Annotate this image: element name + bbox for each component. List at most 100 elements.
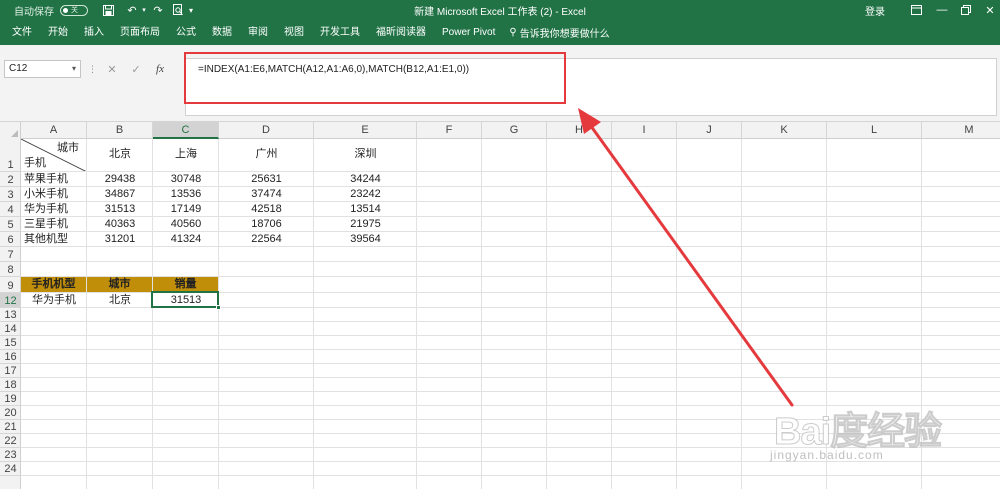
column-header-d[interactable]: D xyxy=(219,122,314,139)
gridline-h xyxy=(21,171,1000,172)
login-link[interactable]: 登录 xyxy=(865,3,885,18)
tab-developer[interactable]: 开发工具 xyxy=(312,20,368,45)
sales-value: 41324 xyxy=(170,233,202,245)
gridline-h xyxy=(21,377,1000,378)
tab-insert[interactable]: 插入 xyxy=(76,20,112,45)
column-header-f[interactable]: F xyxy=(417,122,482,139)
row-header-24[interactable]: 24 xyxy=(0,462,21,476)
tab-page-layout[interactable]: 页面布局 xyxy=(112,20,168,45)
tab-formulas[interactable]: 公式 xyxy=(168,20,204,45)
splitter-dots-icon[interactable]: ⋮ xyxy=(88,64,97,75)
row-header-15[interactable]: 15 xyxy=(0,336,21,350)
sales-value: 13536 xyxy=(170,188,202,200)
close-icon[interactable]: ✕ xyxy=(982,2,998,18)
save-icon[interactable] xyxy=(100,2,116,18)
gridline-v xyxy=(611,139,612,489)
gridline-v xyxy=(546,139,547,489)
sales-value: 17149 xyxy=(170,203,202,215)
lookup-header: 城市 xyxy=(87,277,152,292)
tab-power-pivot[interactable]: Power Pivot xyxy=(434,20,503,45)
row-header-22[interactable]: 22 xyxy=(0,434,21,448)
row-header-19[interactable]: 19 xyxy=(0,392,21,406)
tab-foxit-reader[interactable]: 福昕阅读器 xyxy=(368,20,434,45)
row-header-3[interactable]: 3 xyxy=(0,187,21,202)
tab-home[interactable]: 开始 xyxy=(40,20,76,45)
column-header-a[interactable]: A xyxy=(21,122,87,139)
row-header-2[interactable]: 2 xyxy=(0,172,21,187)
tab-data[interactable]: 数据 xyxy=(204,20,240,45)
row-header-7[interactable]: 7 xyxy=(0,247,21,262)
row-header-13[interactable]: 13 xyxy=(0,308,21,322)
phone-label: 华为手机 xyxy=(24,203,68,215)
row-header-21[interactable]: 21 xyxy=(0,420,21,434)
enter-icon[interactable]: ✓ xyxy=(124,63,148,76)
column-header-l[interactable]: L xyxy=(827,122,922,139)
name-box[interactable]: C12 ▾ xyxy=(4,60,81,78)
formula-highlight-box xyxy=(184,52,566,104)
gridline-v xyxy=(481,139,482,489)
undo-icon[interactable]: ↶ xyxy=(124,2,140,18)
ribbon-options-icon[interactable] xyxy=(908,2,924,18)
tab-review[interactable]: 审阅 xyxy=(240,20,276,45)
ribbon-tabs: 文件 开始 插入 页面布局 公式 数据 审阅 视图 开发工具 福昕阅读器 Pow… xyxy=(0,20,1000,45)
lookup-value: 华为手机 xyxy=(32,294,76,306)
row-header-17[interactable]: 17 xyxy=(0,364,21,378)
row-header-23[interactable]: 23 xyxy=(0,448,21,462)
customize-qat-icon[interactable]: ▾ xyxy=(186,2,196,18)
column-header-e[interactable]: E xyxy=(314,122,417,139)
sales-value: 39564 xyxy=(350,233,381,245)
row-header-5[interactable]: 5 xyxy=(0,217,21,232)
cancel-icon[interactable]: ✕ xyxy=(100,63,124,76)
quick-access-toolbar: ↶ ▾ ↷ ▾ xyxy=(100,0,196,20)
sales-value: 22564 xyxy=(251,233,282,245)
phone-label: 三星手机 xyxy=(24,218,68,230)
column-header-i[interactable]: I xyxy=(612,122,677,139)
row-header-20[interactable]: 20 xyxy=(0,406,21,420)
row-header-4[interactable]: 4 xyxy=(0,202,21,217)
row-header-9[interactable]: 9 xyxy=(0,277,21,293)
title-bar: 自动保存 关 ↶ ▾ ↷ ▾ 新建 Microsoft Excel 工作表 (2… xyxy=(0,0,1000,20)
row-header-18[interactable]: 18 xyxy=(0,378,21,392)
sales-value: 34244 xyxy=(350,173,381,185)
row-header-8[interactable]: 8 xyxy=(0,262,21,277)
column-header-h[interactable]: H xyxy=(547,122,612,139)
print-preview-icon[interactable] xyxy=(170,2,186,18)
sales-value: 31201 xyxy=(104,233,136,245)
watermark-brand: Bai度经验 xyxy=(773,411,942,454)
row-header-6[interactable]: 6 xyxy=(0,232,21,247)
insert-function-icon[interactable]: fx xyxy=(148,63,172,75)
tab-view[interactable]: 视图 xyxy=(276,20,312,45)
column-header-g[interactable]: G xyxy=(482,122,547,139)
column-header-j[interactable]: J xyxy=(677,122,742,139)
column-header-k[interactable]: K xyxy=(742,122,827,139)
column-header-m[interactable]: M xyxy=(922,122,1000,139)
select-all-corner[interactable] xyxy=(0,122,21,139)
tab-file[interactable]: 文件 xyxy=(0,20,40,45)
watermark-url: jingyan.baidu.com xyxy=(770,448,884,462)
gridline-h xyxy=(21,349,1000,350)
excel-window: 自动保存 关 ↶ ▾ ↷ ▾ 新建 Microsoft Excel 工作表 (2… xyxy=(0,0,1000,489)
sales-value: 42518 xyxy=(251,203,282,215)
tell-me-label: 告诉我你想要做什么 xyxy=(519,29,610,40)
minimize-icon[interactable]: — xyxy=(934,2,950,18)
redo-icon[interactable]: ↷ xyxy=(150,2,166,18)
row-header-14[interactable]: 14 xyxy=(0,322,21,336)
selected-cell-c12[interactable] xyxy=(151,291,221,310)
undo-dropdown-icon[interactable]: ▾ xyxy=(140,2,148,18)
gridline-h xyxy=(21,261,1000,262)
sales-value: 40560 xyxy=(170,218,202,230)
row-header-12[interactable]: 12 xyxy=(0,293,21,308)
restore-icon[interactable] xyxy=(958,2,974,18)
corner-phone-label: 手机 xyxy=(24,157,46,169)
tell-me-search[interactable]: ⚲ 告诉我你想要做什么 xyxy=(503,25,609,40)
column-header-c[interactable]: C xyxy=(153,122,219,139)
column-header-b[interactable]: B xyxy=(87,122,153,139)
gridline-h xyxy=(21,216,1000,217)
fill-handle[interactable] xyxy=(216,305,221,310)
sales-value: 21975 xyxy=(350,218,381,230)
row-header-1[interactable]: 1 xyxy=(0,139,21,172)
chevron-down-icon[interactable]: ▾ xyxy=(72,61,76,77)
autosave-toggle[interactable]: 关 xyxy=(60,4,88,16)
row-header-16[interactable]: 16 xyxy=(0,350,21,364)
sales-value: 31513 xyxy=(104,203,136,215)
